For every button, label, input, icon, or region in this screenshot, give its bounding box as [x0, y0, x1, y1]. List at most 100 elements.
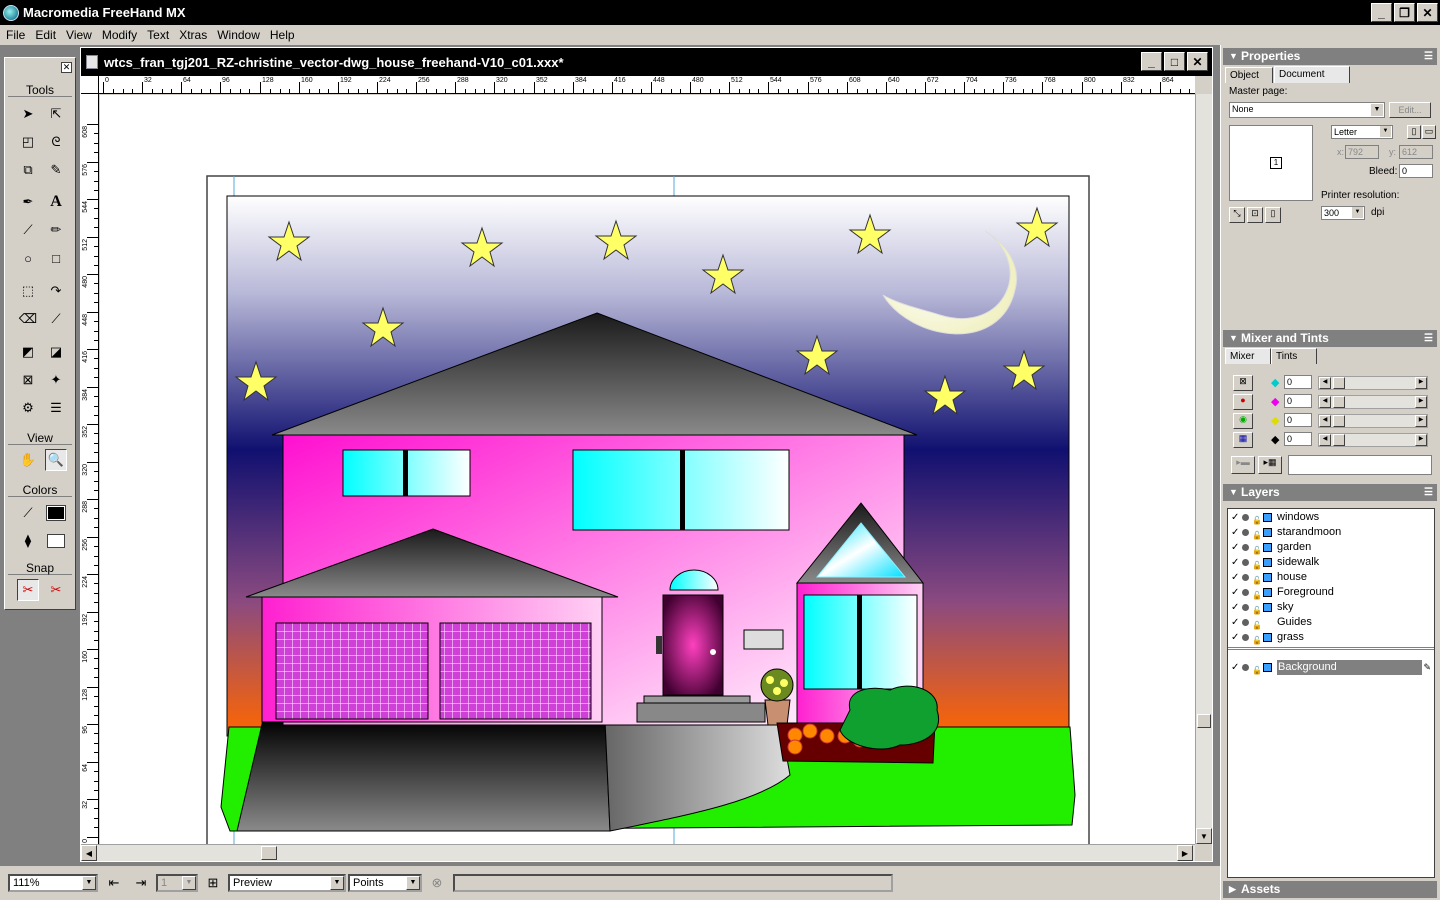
- doc-maximize-button[interactable]: □: [1164, 52, 1185, 71]
- magenta-field[interactable]: 0: [1284, 394, 1312, 408]
- menu-xtras[interactable]: Xtras: [175, 28, 213, 42]
- layer-view-icon[interactable]: [1242, 529, 1249, 536]
- master-page-dropdown-icon[interactable]: ▼: [1371, 104, 1383, 116]
- layer-row[interactable]: ✓ 🔓 sky: [1228, 600, 1434, 615]
- menu-text[interactable]: Text: [143, 28, 175, 42]
- bleed-field[interactable]: 0: [1399, 164, 1433, 178]
- page-arrange-icon[interactable]: ⊡: [1247, 207, 1263, 223]
- menu-edit[interactable]: Edit: [31, 28, 62, 42]
- yellow-slider[interactable]: ◀ ▶: [1318, 414, 1428, 428]
- page-options-icon[interactable]: ▯: [1265, 207, 1281, 223]
- freeform-tool-icon[interactable]: ↷: [45, 280, 67, 302]
- page-tool-icon[interactable]: ◰: [17, 131, 39, 153]
- layer-visible-check-icon[interactable]: ✓: [1231, 660, 1239, 675]
- layer-color-swatch[interactable]: [1263, 573, 1272, 582]
- menu-view[interactable]: View: [62, 28, 98, 42]
- next-page-icon[interactable]: ⇥: [133, 874, 149, 892]
- add-to-swatches-icon[interactable]: ▸▬: [1231, 456, 1255, 474]
- doc-close-button[interactable]: ✕: [1187, 52, 1208, 71]
- black-field[interactable]: 0: [1284, 432, 1312, 446]
- doc-minimize-button[interactable]: _: [1141, 52, 1162, 71]
- layer-view-icon[interactable]: [1242, 544, 1249, 551]
- expand-icon[interactable]: ▶: [1229, 881, 1236, 898]
- layer-color-swatch[interactable]: [1263, 558, 1272, 567]
- vertical-scrollbar[interactable]: ▼: [1195, 94, 1212, 844]
- panel-menu-icon[interactable]: ☰: [1424, 330, 1433, 347]
- layer-row[interactable]: ✓ 🔓 windows: [1228, 510, 1434, 525]
- lock-icon[interactable]: 🔓: [1252, 633, 1262, 648]
- panel-menu-icon[interactable]: ☰: [1424, 48, 1433, 65]
- horizontal-scroll-thumb[interactable]: [261, 846, 277, 860]
- printer-resolution-dropdown-icon[interactable]: ▼: [1352, 207, 1363, 218]
- system-color-icon[interactable]: ▦: [1233, 432, 1253, 448]
- layer-row[interactable]: ✓ 🔓 garden: [1228, 540, 1434, 555]
- units-select[interactable]: Points ▼: [348, 874, 422, 892]
- transform-tool-icon[interactable]: ⬚: [17, 280, 39, 302]
- vertical-scroll-thumb[interactable]: [1197, 714, 1211, 728]
- text-tool-icon[interactable]: A: [45, 191, 67, 213]
- layer-visible-check-icon[interactable]: ✓: [1231, 555, 1239, 570]
- stroke-color-swatch[interactable]: [45, 502, 67, 524]
- chart-tool-icon[interactable]: ☰: [45, 397, 67, 419]
- cmyk-mode-icon[interactable]: ⊠: [1233, 375, 1253, 391]
- collapse-icon[interactable]: ▼: [1229, 48, 1238, 65]
- layer-color-swatch[interactable]: [1263, 603, 1272, 612]
- swatch-grid-icon[interactable]: ▸▦: [1258, 456, 1282, 474]
- layer-row-background[interactable]: ✓ 🔓 Background ✎: [1228, 660, 1434, 675]
- layer-visible-check-icon[interactable]: ✓: [1231, 525, 1239, 540]
- master-page-select[interactable]: None ▼: [1229, 102, 1385, 118]
- scale-tool-icon[interactable]: ⧉: [17, 159, 39, 181]
- layer-row[interactable]: ✓ 🔓 sidewalk: [1228, 555, 1434, 570]
- layer-view-icon[interactable]: [1242, 574, 1249, 581]
- layer-visible-check-icon[interactable]: ✓: [1231, 510, 1239, 525]
- layer-color-swatch[interactable]: [1263, 633, 1272, 642]
- snap-to-object-icon[interactable]: ✂: [45, 579, 67, 601]
- envelope-tool-icon[interactable]: ⊠: [17, 369, 39, 391]
- layer-color-swatch[interactable]: [1263, 543, 1272, 552]
- horizontal-scrollbar[interactable]: ◀ ▶: [81, 844, 1195, 861]
- horizontal-ruler[interactable]: 0 32 64 96 128 160 192 224 256 288 320 352 384 416 448…: [99, 76, 1195, 94]
- page-size-dropdown-icon[interactable]: ▼: [1380, 126, 1391, 137]
- rgb-mode-icon[interactable]: ●: [1233, 394, 1253, 410]
- freehand-app-icon[interactable]: [3, 4, 19, 21]
- layer-view-icon[interactable]: [1242, 559, 1249, 566]
- zoom-select[interactable]: 111% ▼: [8, 874, 98, 892]
- zoom-dropdown-icon[interactable]: ▼: [82, 876, 96, 890]
- cyan-slider[interactable]: ◀ ▶: [1318, 376, 1428, 390]
- layer-row[interactable]: ✓ 🔓 Guides: [1228, 615, 1434, 630]
- menu-window[interactable]: Window: [213, 28, 266, 42]
- landscape-icon[interactable]: ▭: [1422, 125, 1436, 139]
- page-size-select[interactable]: Letter ▼: [1331, 125, 1393, 139]
- menu-modify[interactable]: Modify: [98, 28, 143, 42]
- menu-help[interactable]: Help: [266, 28, 301, 42]
- layer-view-icon[interactable]: [1242, 619, 1249, 626]
- add-page-tool-icon[interactable]: ⤡: [1229, 207, 1245, 223]
- magenta-slider[interactable]: ◀ ▶: [1318, 395, 1428, 409]
- layer-view-icon[interactable]: [1242, 664, 1249, 671]
- units-dropdown-icon[interactable]: ▼: [406, 876, 420, 890]
- layer-row[interactable]: ✓ 🔓 Foreground: [1228, 585, 1434, 600]
- cyan-field[interactable]: 0: [1284, 375, 1312, 389]
- knife-tool-icon[interactable]: ⟋: [45, 308, 67, 330]
- assets-panel-header[interactable]: ▶ Assets: [1223, 881, 1437, 898]
- scroll-left-icon[interactable]: ◀: [81, 845, 97, 861]
- layer-visible-check-icon[interactable]: ✓: [1231, 600, 1239, 615]
- add-page-icon[interactable]: ⊞: [205, 874, 221, 892]
- vertical-ruler[interactable]: 608 576 544 512 480 448 416 384 352 320 288 256 224 1…: [81, 94, 99, 844]
- printer-resolution-select[interactable]: 300 ▼: [1321, 206, 1365, 220]
- eraser-tool-icon[interactable]: ⌫: [17, 308, 39, 330]
- ellipse-tool-icon[interactable]: ○: [17, 247, 39, 269]
- stroke-color-icon[interactable]: ⟋: [17, 502, 39, 524]
- layer-color-swatch[interactable]: [1263, 528, 1272, 537]
- graphic-hose-tool-icon[interactable]: ✦: [45, 369, 67, 391]
- scroll-right-icon[interactable]: ▶: [1177, 845, 1193, 861]
- layer-color-swatch[interactable]: [1263, 513, 1272, 522]
- tools-close-icon[interactable]: ✕: [61, 62, 72, 73]
- portrait-icon[interactable]: ▯: [1407, 125, 1421, 139]
- view-mode-dropdown-icon[interactable]: ▼: [330, 876, 344, 890]
- panel-menu-icon[interactable]: ☰: [1424, 484, 1433, 501]
- mixer-panel-header[interactable]: ▼ Mixer and Tints ☰: [1223, 330, 1437, 347]
- tab-tints[interactable]: Tints: [1271, 348, 1317, 364]
- layer-color-swatch[interactable]: [1263, 663, 1272, 672]
- yellow-field[interactable]: 0: [1284, 413, 1312, 427]
